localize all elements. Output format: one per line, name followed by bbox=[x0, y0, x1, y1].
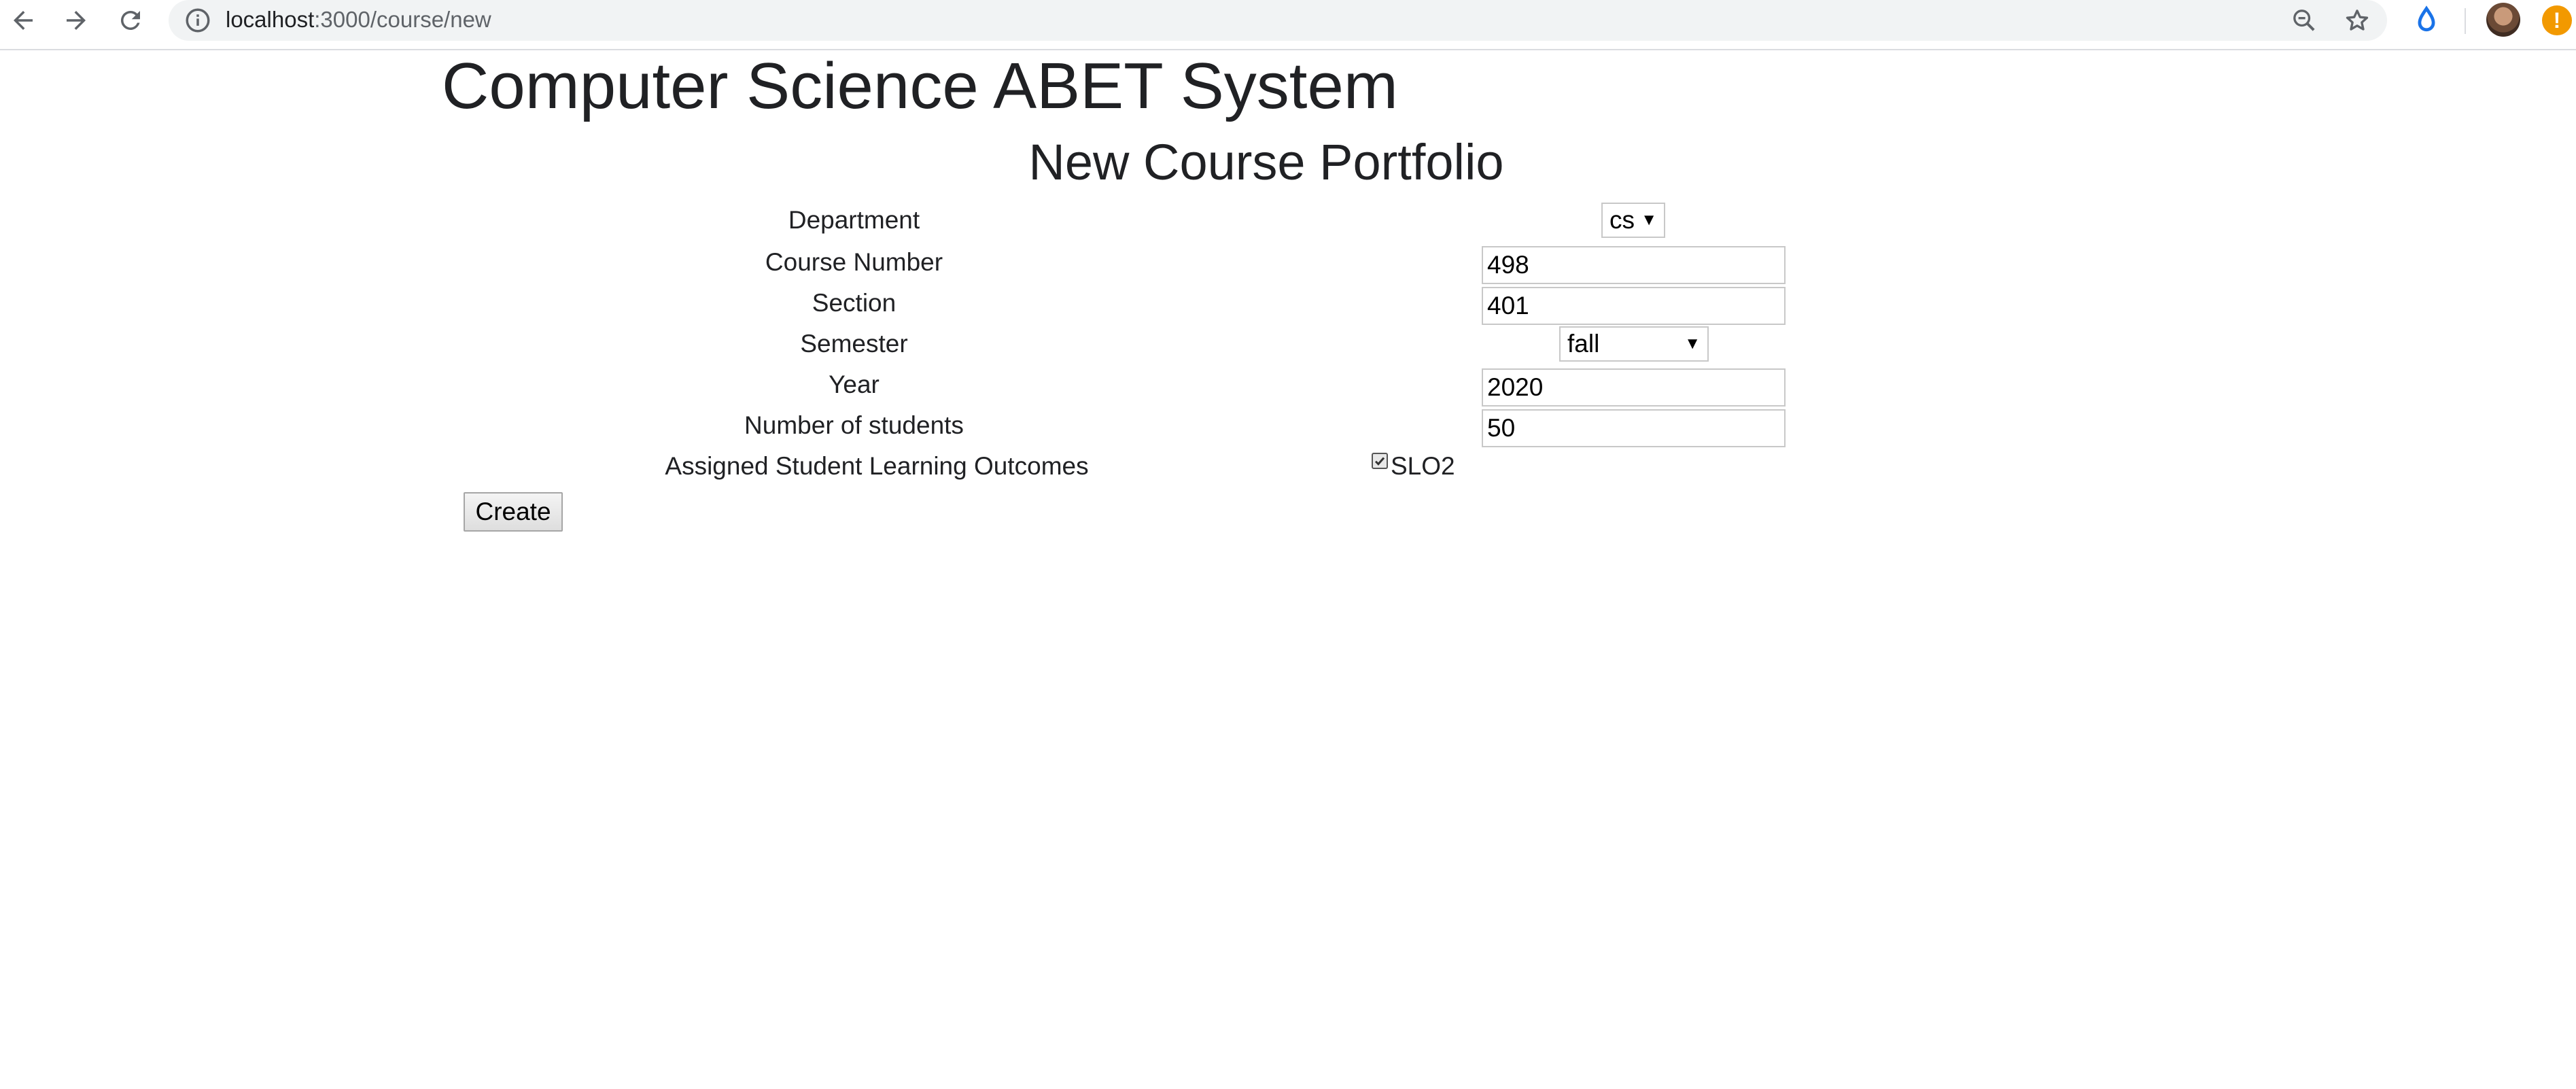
address-bar[interactable]: localhost:3000/course/new bbox=[169, 0, 2387, 41]
reload-icon[interactable] bbox=[111, 1, 150, 39]
star-icon[interactable] bbox=[2341, 4, 2373, 37]
course-number-row: Course Number bbox=[0, 245, 2576, 286]
department-row: Department cs ▼ bbox=[0, 203, 2576, 243]
outcomes-label: Assigned Student Learning Outcomes bbox=[665, 452, 1089, 480]
section-label: Section bbox=[812, 289, 897, 317]
forward-arrow-icon[interactable] bbox=[57, 1, 95, 39]
alert-icon[interactable]: ! bbox=[2542, 5, 2572, 35]
url-text[interactable]: localhost:3000/course/new bbox=[226, 0, 491, 41]
page-title: New Course Portfolio bbox=[1028, 134, 1504, 190]
outcomes-row: Assigned Student Learning Outcomes SLO2 bbox=[0, 445, 2576, 485]
num-students-input[interactable] bbox=[1482, 409, 1786, 447]
slo2-label[interactable]: SLO2 bbox=[1391, 445, 1455, 488]
department-value: cs bbox=[1609, 206, 1635, 234]
slo2-checkbox[interactable] bbox=[1372, 453, 1388, 469]
url-host: localhost bbox=[226, 7, 315, 32]
toolbar-divider bbox=[2465, 8, 2466, 34]
department-label: Department bbox=[788, 206, 920, 234]
year-input[interactable] bbox=[1482, 368, 1786, 407]
chevron-down-icon: ▼ bbox=[1641, 211, 1657, 229]
url-path: :3000/course/new bbox=[314, 7, 491, 32]
info-icon[interactable] bbox=[184, 6, 212, 35]
droplet-icon[interactable] bbox=[2409, 3, 2444, 38]
site-title: Computer Science ABET System bbox=[442, 50, 1398, 122]
section-row: Section bbox=[0, 286, 2576, 326]
create-button[interactable]: Create bbox=[464, 492, 563, 532]
num-students-row: Number of students bbox=[0, 408, 2576, 449]
department-select[interactable]: cs ▼ bbox=[1601, 203, 1665, 238]
year-row: Year bbox=[0, 367, 2576, 408]
course-number-label: Course Number bbox=[765, 248, 943, 276]
semester-label: Semester bbox=[800, 330, 908, 358]
num-students-label: Number of students bbox=[744, 411, 964, 439]
semester-select[interactable]: fall ▼ bbox=[1559, 326, 1709, 362]
semester-value: fall bbox=[1567, 330, 1600, 358]
zoom-out-icon[interactable] bbox=[2288, 4, 2320, 37]
course-number-input[interactable] bbox=[1482, 246, 1786, 284]
semester-row: Semester fall ▼ bbox=[0, 326, 2576, 367]
year-label: Year bbox=[829, 370, 880, 398]
avatar[interactable] bbox=[2486, 3, 2520, 37]
chevron-down-icon: ▼ bbox=[1684, 334, 1701, 353]
back-arrow-icon[interactable] bbox=[4, 1, 42, 39]
browser-toolbar: localhost:3000/course/new ! bbox=[0, 0, 2576, 50]
section-input[interactable] bbox=[1482, 287, 1786, 325]
